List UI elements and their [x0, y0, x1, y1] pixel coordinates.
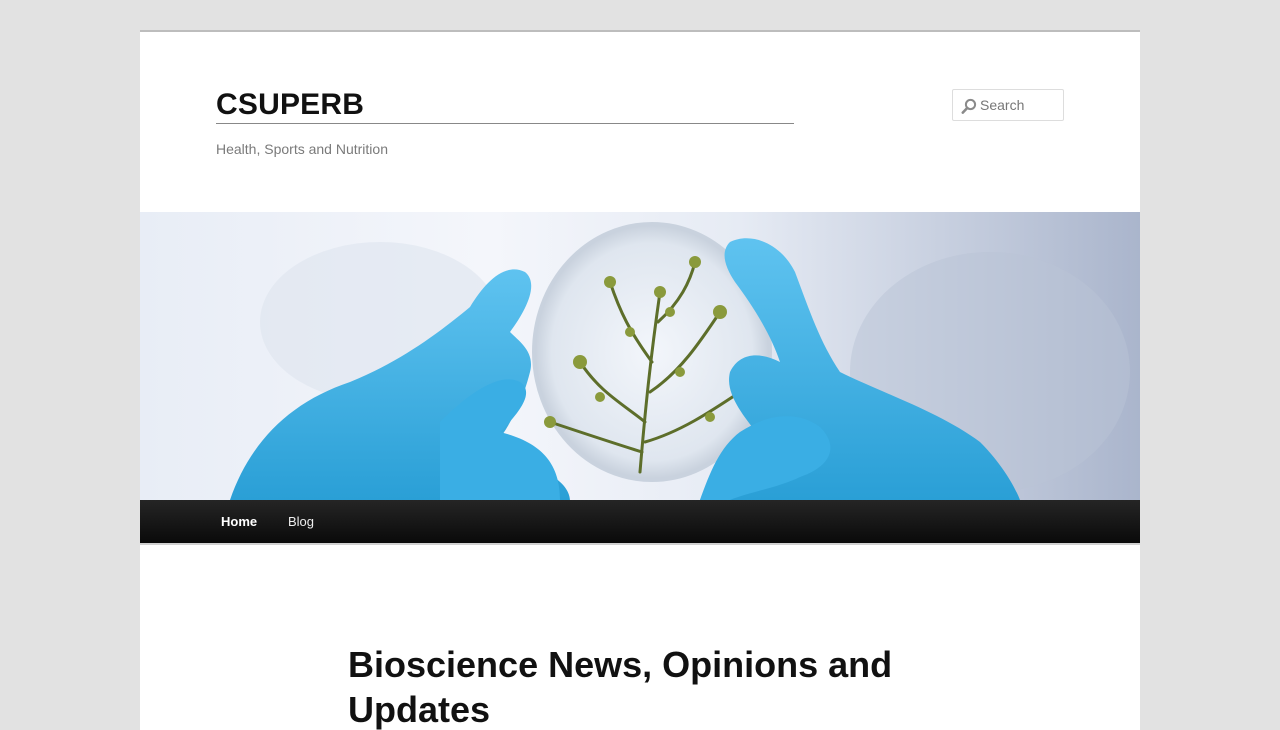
page-container: CSUPERB Health, Sports and Nutrition Sea…: [140, 30, 1140, 730]
site-description: Health, Sports and Nutrition: [216, 141, 388, 157]
search-form[interactable]: [952, 89, 1064, 121]
header-image[interactable]: [140, 212, 1140, 500]
entry-title: Bioscience News, Opinions and Updates: [348, 644, 893, 730]
site-title-link[interactable]: CSUPERB: [216, 90, 794, 124]
main-navigation: Home Blog: [140, 500, 1140, 545]
search-input[interactable]: [980, 95, 1060, 115]
nav-item-home[interactable]: Home: [221, 500, 257, 543]
nav-item-blog[interactable]: Blog: [288, 500, 314, 543]
search-icon: [961, 98, 977, 114]
